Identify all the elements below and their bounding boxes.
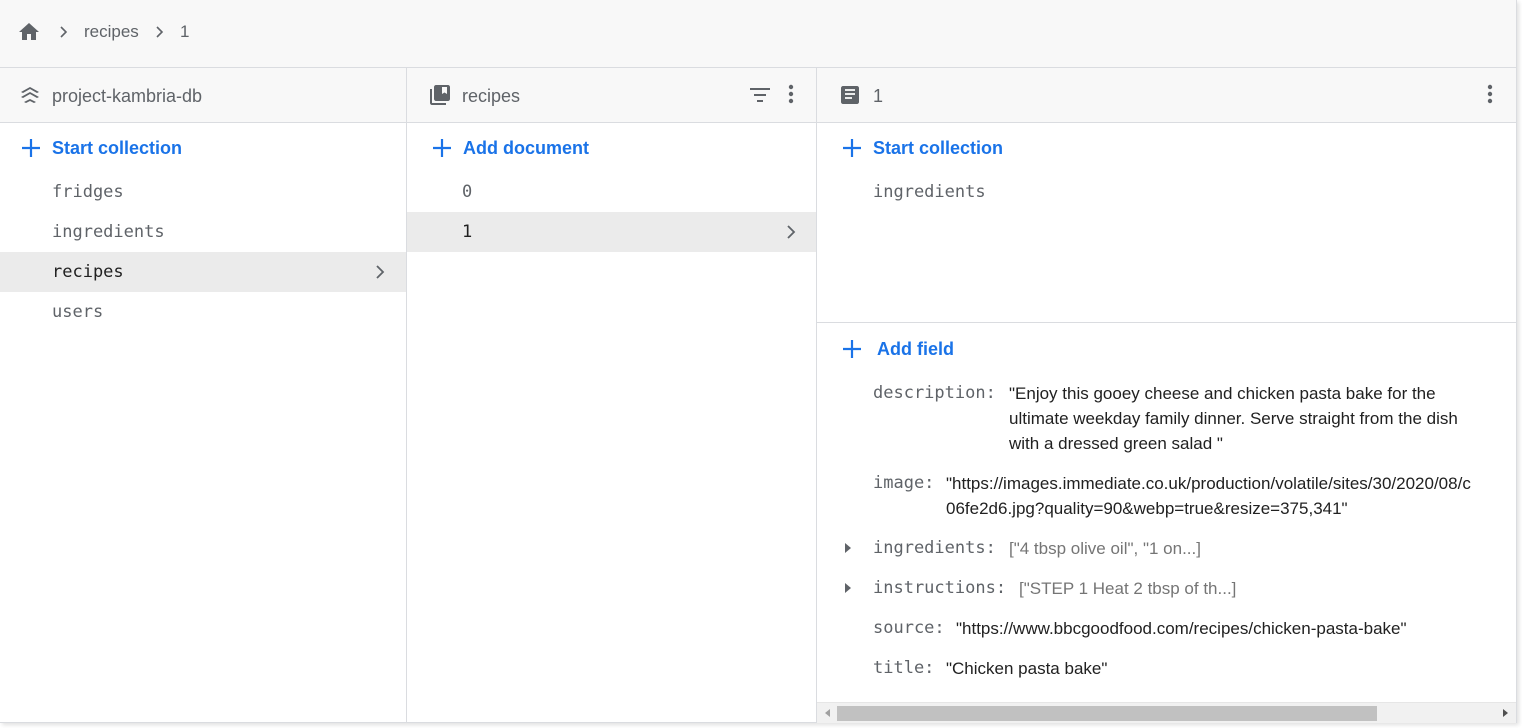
add-field-label: Add field: [877, 338, 954, 359]
document-title: 1: [873, 86, 884, 106]
collection-name: recipes: [52, 262, 124, 282]
scroll-left-arrow-icon[interactable]: [823, 708, 833, 718]
filter-icon[interactable]: [747, 82, 773, 108]
breadcrumb-item-document[interactable]: 1: [180, 22, 189, 42]
section-divider: [817, 322, 1516, 323]
add-field-button[interactable]: Add field: [841, 331, 954, 367]
document-id: 0: [462, 182, 473, 202]
field-key: source:: [873, 618, 945, 638]
collection-title: recipes: [462, 86, 521, 106]
breadcrumb: recipes 1: [0, 0, 1516, 68]
field-value: ["STEP 1 Heat 2 tbsp of th...]: [1019, 579, 1237, 598]
field-instructions[interactable]: instructions: ["STEP 1 Heat 2 tbsp of th…: [873, 576, 1516, 601]
firestore-data-viewer: recipes 1 project-kambria-db Start colle…: [0, 0, 1517, 723]
expand-arrow-icon[interactable]: [841, 541, 855, 555]
field-key: instructions:: [873, 578, 1007, 598]
start-collection-button[interactable]: Start collection: [20, 130, 182, 166]
chevron-right-icon: [787, 225, 796, 239]
firestore-db-icon: [21, 87, 39, 103]
field-value-line-2: 06fe2d6.jpg?quality=90&webp=true&resize=…: [946, 499, 1348, 518]
field-key: description:: [873, 383, 996, 403]
home-icon[interactable]: [17, 20, 41, 44]
horizontal-scrollbar[interactable]: [817, 702, 1516, 723]
field-value: ["4 tbsp olive oil", "1 on...]: [1009, 539, 1201, 558]
collection-icon: [430, 85, 450, 105]
field-value-line-3: with a dressed green salad ": [1009, 434, 1223, 453]
start-collection-label: Start collection: [52, 137, 183, 158]
plus-icon: [843, 340, 861, 358]
document-item-0[interactable]: 0: [407, 172, 816, 212]
field-source[interactable]: source: "https://www.bbcgoodfood.com/rec…: [873, 616, 1516, 641]
field-key: image:: [873, 473, 935, 493]
expand-arrow-icon[interactable]: [841, 581, 855, 595]
field-key: ingredients:: [873, 538, 996, 558]
chevron-right-icon: [156, 26, 164, 38]
field-key: title:: [873, 658, 935, 678]
collection-name: fridges: [52, 182, 124, 202]
collection-name: ingredients: [52, 222, 165, 242]
document-panel: 1 Start collection ingredients Add field: [817, 68, 1516, 722]
document-id: 1: [462, 222, 473, 242]
chevron-right-icon: [60, 26, 68, 38]
field-value: "https://www.bbcgoodfood.com/recipes/chi…: [956, 619, 1407, 638]
document-panel-header: 1: [817, 68, 1516, 123]
field-value: "Chicken pasta bake": [946, 659, 1108, 678]
field-description[interactable]: description: "Enjoy this gooey cheese an…: [873, 381, 1516, 457]
scrollbar-thumb[interactable]: [837, 706, 1377, 721]
plus-icon: [22, 139, 40, 157]
document-item-1[interactable]: 1: [407, 212, 816, 252]
database-name: project-kambria-db: [52, 86, 203, 106]
start-subcollection-button[interactable]: Start collection: [841, 130, 1003, 166]
field-value-line-1: "Enjoy this gooey cheese and chicken pas…: [1009, 384, 1436, 403]
scroll-right-arrow-icon[interactable]: [1500, 708, 1510, 718]
field-value-line-1: "https://images.immediate.co.uk/producti…: [946, 474, 1471, 493]
collection-item-recipes[interactable]: recipes: [0, 252, 406, 292]
more-vert-icon[interactable]: [1477, 82, 1503, 108]
more-vert-icon[interactable]: [778, 82, 804, 108]
root-panel-header: project-kambria-db: [0, 68, 406, 123]
plus-icon: [433, 139, 451, 157]
field-ingredients[interactable]: ingredients: ["4 tbsp olive oil", "1 on.…: [873, 536, 1516, 561]
chevron-right-icon: [376, 265, 385, 279]
field-value-line-2: ultimate weekday family dinner. Serve st…: [1009, 409, 1458, 428]
collection-panel: recipes Add document 0 1: [407, 68, 817, 722]
root-panel: project-kambria-db Start collection frid…: [0, 68, 407, 722]
collection-item-ingredients[interactable]: ingredients: [0, 212, 406, 252]
start-collection-label: Start collection: [873, 137, 1004, 158]
collection-name: users: [52, 302, 104, 322]
document-icon: [841, 86, 859, 104]
breadcrumb-item-recipes[interactable]: recipes: [84, 22, 139, 42]
collection-panel-header: recipes: [407, 68, 816, 123]
subcollection-name: ingredients: [873, 182, 986, 202]
plus-icon: [843, 139, 861, 157]
add-document-button[interactable]: Add document: [431, 130, 589, 166]
add-document-label: Add document: [463, 137, 589, 158]
collection-item-fridges[interactable]: fridges: [0, 172, 406, 212]
field-title[interactable]: title: "Chicken pasta bake": [873, 656, 1516, 681]
field-image[interactable]: image: "https://images.immediate.co.uk/p…: [873, 471, 1516, 521]
subcollection-item-ingredients[interactable]: ingredients: [817, 172, 1516, 212]
collection-item-users[interactable]: users: [0, 292, 406, 332]
